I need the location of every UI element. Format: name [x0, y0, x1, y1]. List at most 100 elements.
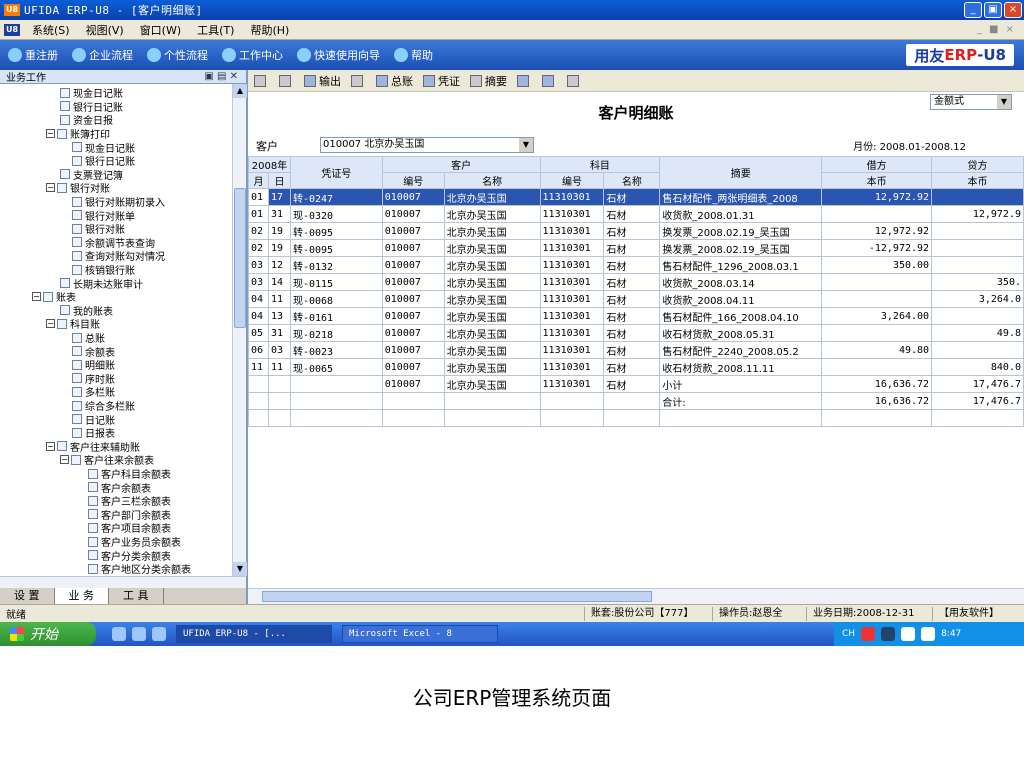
tree-item[interactable]: 资金日报	[60, 113, 113, 127]
tray-app-icon[interactable]	[861, 627, 876, 641]
ledger-grid[interactable]: 2008年 凭证号 客户 科目 摘要 借方 贷方 月 日 编号 名称 编号 名称…	[248, 156, 1024, 586]
tree-item[interactable]: 日记账	[72, 412, 115, 427]
collapse-icon[interactable]: −	[46, 183, 55, 193]
collapse-icon[interactable]: −	[46, 319, 55, 329]
tree-item[interactable]: 银行对账期初录入	[72, 195, 165, 209]
mdi-window-controls[interactable]: _ ■ ×	[977, 24, 1016, 35]
tree-item[interactable]: 支票登记簿	[60, 168, 123, 182]
menu-system[interactable]: 系统(S)	[24, 22, 78, 38]
menu-tools[interactable]: 工具(T)	[189, 22, 242, 38]
tree-vertical-scrollbar[interactable]: ▲ ▼	[232, 84, 247, 576]
collapse-icon[interactable]: −	[46, 441, 55, 451]
close-button[interactable]: ×	[1004, 2, 1022, 18]
quick-launch-icon[interactable]	[112, 627, 126, 641]
menu-help[interactable]: 帮助(H)	[242, 22, 297, 38]
tree-item[interactable]: 查询对账勾对情况	[72, 249, 165, 263]
tree-item[interactable]: 银行对账单	[72, 208, 135, 223]
tree-item[interactable]: 客户业务员余额表	[88, 535, 181, 549]
preview-button[interactable]	[279, 74, 294, 87]
tree-item[interactable]: 银行日记账	[60, 100, 123, 114]
quick-launch-icon[interactable]	[152, 627, 166, 641]
tree-item[interactable]: 客户分类余额表	[88, 548, 171, 563]
refresh-button[interactable]	[517, 74, 532, 87]
tree-item[interactable]: − 账簿打印	[46, 127, 110, 141]
menu-view[interactable]: 视图(V)	[78, 22, 132, 38]
minimize-button[interactable]: _	[964, 2, 982, 18]
grid-scroll-thumb[interactable]	[262, 591, 652, 602]
tree-item[interactable]: 多栏账	[72, 385, 115, 399]
export-button[interactable]: 输出	[304, 73, 341, 89]
customer-select[interactable]: 010007 北京办吴玉国 ▼	[320, 137, 534, 153]
find-button[interactable]	[351, 74, 366, 87]
table-row[interactable]: 06 03 转-0023 010007 北京办吴玉国 11310301 石材 售石材配件_22…	[248, 341, 1024, 359]
panel-header-icons[interactable]: ▣ ▤ ✕	[204, 71, 238, 82]
tree-item[interactable]: 现金日记账	[60, 86, 123, 100]
enterprise-flow-button[interactable]: 企业流程	[72, 47, 133, 63]
tab-tools[interactable]: 工 具	[109, 588, 164, 604]
taskbar-item-erp[interactable]: UFIDA ERP-U8 - [...	[176, 625, 332, 643]
table-row[interactable]: 合计: 16,636.72 17,476.7	[248, 392, 1024, 410]
grid-horizontal-scrollbar[interactable]	[248, 588, 1024, 604]
tray-help-icon[interactable]	[881, 627, 896, 641]
scroll-up-icon[interactable]: ▲	[233, 84, 247, 98]
start-button[interactable]: 开始	[0, 622, 96, 646]
tab-business[interactable]: 业 务	[54, 588, 109, 604]
input-language[interactable]: CH	[842, 629, 855, 639]
print-button[interactable]	[254, 74, 269, 87]
personal-flow-button[interactable]: 个性流程	[147, 47, 208, 63]
tree-item[interactable]: − 科目账	[46, 317, 100, 331]
quick-guide-button[interactable]: 快速使用向导	[297, 47, 380, 63]
taskbar-item-excel[interactable]: Microsoft Excel - 8	[342, 625, 498, 643]
tree-item[interactable]: 余额表	[72, 344, 115, 359]
tree-item[interactable]: − 客户往来辅助账	[46, 440, 140, 454]
table-row[interactable]: 04 13 转-0161 010007 北京办吴玉国 11310301 石材 售石材配件_16…	[248, 307, 1024, 325]
tree-item[interactable]: − 银行对账	[46, 181, 110, 195]
menu-window[interactable]: 窗口(W)	[132, 22, 189, 38]
tree-item[interactable]: 总账	[72, 331, 105, 345]
tree-item[interactable]: 我的账表	[60, 304, 113, 318]
maximize-button[interactable]: ▣	[984, 2, 1002, 18]
table-row[interactable]: 01 17 转-0247 010007 北京办吴玉国 11310301 石材 售石材配件_两张…	[248, 188, 1024, 206]
scroll-thumb[interactable]	[234, 188, 246, 328]
tree-item[interactable]: 客户部门余额表	[88, 508, 171, 522]
exit-button[interactable]	[567, 74, 582, 87]
tab-settings[interactable]: 设 置	[0, 588, 55, 604]
table-row[interactable]: 11 11 现-0065 010007 北京办吴玉国 11310301 石材 收石材货款_20…	[248, 358, 1024, 376]
help-tool-button[interactable]	[542, 74, 557, 87]
tree-item[interactable]: 客户三栏余额表	[88, 494, 171, 508]
quick-launch-icon[interactable]	[132, 627, 146, 641]
tree-item[interactable]: 现金日记账	[72, 140, 135, 155]
app-menu-icon[interactable]: U8	[4, 23, 20, 36]
tree-item[interactable]: 余额调节表查询	[72, 236, 155, 250]
chevron-down-icon[interactable]: ▼	[519, 138, 533, 152]
tree-item[interactable]: 客户科目余额表	[88, 467, 171, 481]
tree-item[interactable]: 银行对账	[72, 222, 125, 236]
collapse-icon[interactable]: −	[60, 455, 69, 465]
summary-button[interactable]: 摘要	[470, 73, 507, 89]
tree-item[interactable]: 综合多栏账	[72, 399, 135, 413]
table-row[interactable]: 01 31 现-0320 010007 北京办吴玉国 11310301 石材 收货款_2008…	[248, 205, 1024, 223]
tray-volume-icon[interactable]	[921, 627, 936, 641]
tree-item[interactable]: 日报表	[72, 426, 115, 440]
tree-item[interactable]: 客户余额表	[88, 480, 151, 495]
help-button[interactable]: 帮助	[394, 47, 433, 63]
work-center-button[interactable]: 工作中心	[222, 47, 283, 63]
tree-item[interactable]: 客户地区分类余额表	[88, 562, 191, 576]
table-row[interactable]: 04 11 现-0068 010007 北京办吴玉国 11310301 石材 收货款_2008…	[248, 290, 1024, 308]
collapse-icon[interactable]: −	[46, 129, 55, 139]
ledger-button[interactable]: 总账	[376, 73, 413, 89]
format-select[interactable]: 金额式 ▼	[930, 94, 1012, 110]
tree-item[interactable]: 长期未达账审计	[60, 276, 143, 291]
table-row[interactable]: 03 14 现-0115 010007 北京办吴玉国 11310301 石材 收货款_2008…	[248, 273, 1024, 291]
tree-item[interactable]: 序时账	[72, 372, 115, 386]
tree-horizontal-scrollbar[interactable]	[0, 576, 246, 588]
table-row[interactable]: 02 19 转-0095 010007 北京办吴玉国 11310301 石材 换发票_2008…	[248, 239, 1024, 257]
table-row[interactable]: 010007 北京办吴玉国 11310301 石材 小计 16,636.72 17,476.…	[248, 375, 1024, 393]
re-register-button[interactable]: 重注册	[8, 47, 58, 63]
voucher-button[interactable]: 凭证	[423, 73, 460, 89]
table-row[interactable]: 02 19 转-0095 010007 北京办吴玉国 11310301 石材 换发票_2008…	[248, 222, 1024, 240]
tree-item[interactable]: 客户项目余额表	[88, 521, 171, 535]
scroll-down-icon[interactable]: ▼	[233, 562, 247, 576]
chevron-down-icon[interactable]: ▼	[997, 95, 1011, 109]
window-titlebar[interactable]: U8 UFIDA ERP-U8 - [客户明细账] _ ▣ ×	[0, 0, 1024, 20]
